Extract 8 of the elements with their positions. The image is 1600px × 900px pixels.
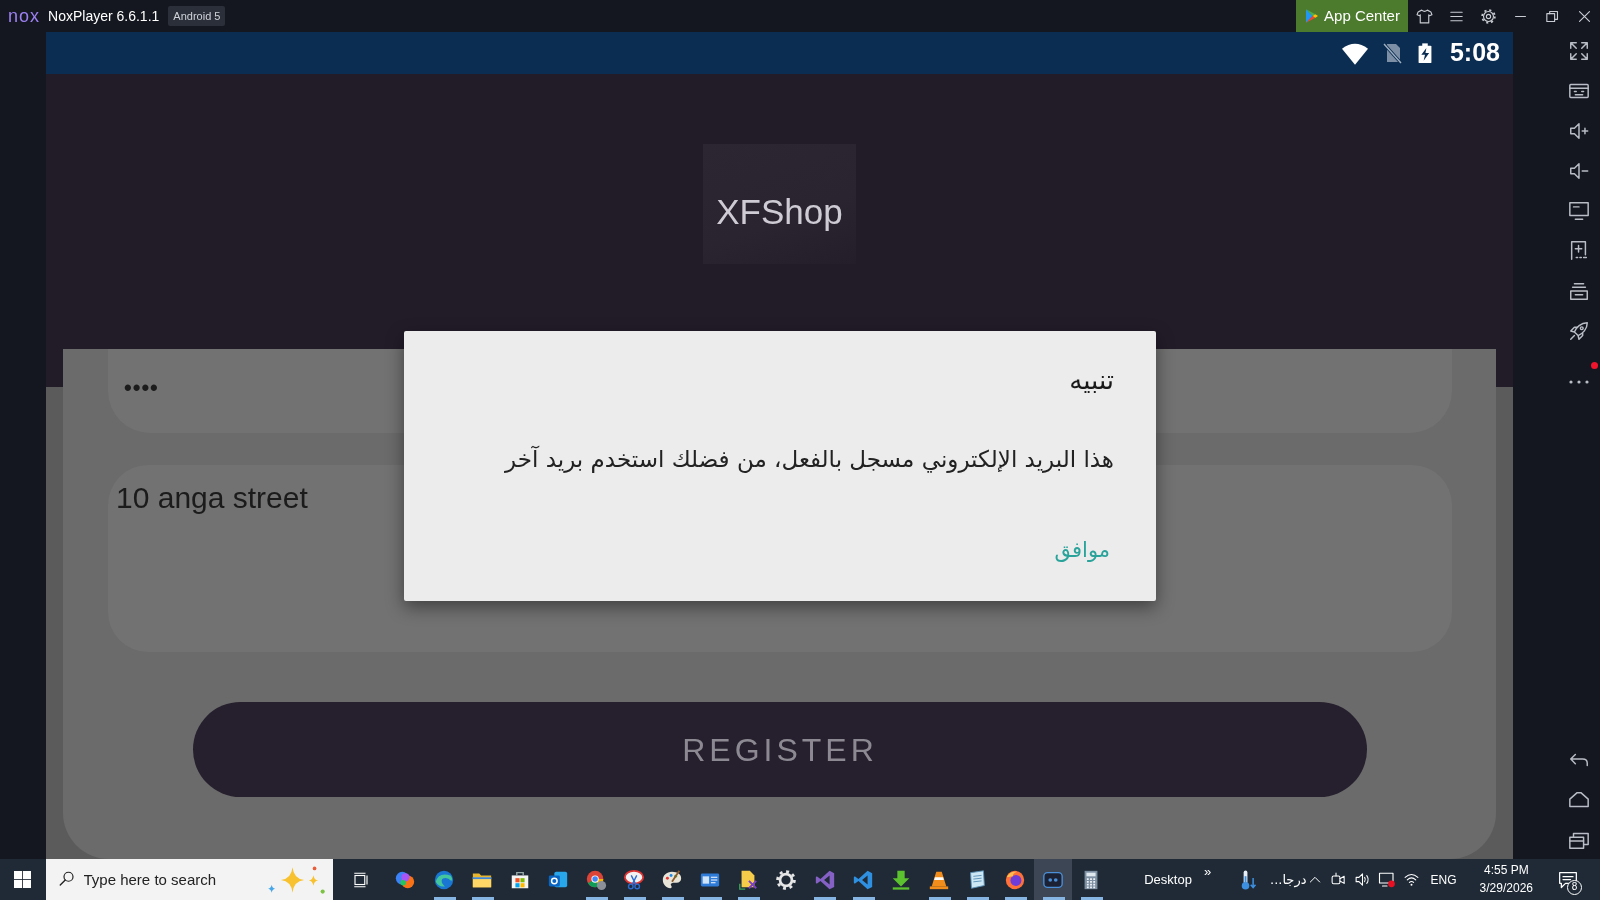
dialog-title: تنبيه (1069, 364, 1114, 397)
window-title: NoxPlayer 6.6.1.1 (48, 6, 160, 26)
logo-text: XFShop (716, 194, 843, 229)
notification-count: 8 (1567, 879, 1582, 895)
app-logo-text: nox (8, 7, 41, 25)
status-clock: 5:08 (1449, 37, 1500, 69)
dialog-message: هذا البريد الإلكتروني مسجل بالفعل، من فضلك استخدم بريد آخر (505, 445, 1114, 475)
version-tag: Android 5 (168, 5, 226, 27)
